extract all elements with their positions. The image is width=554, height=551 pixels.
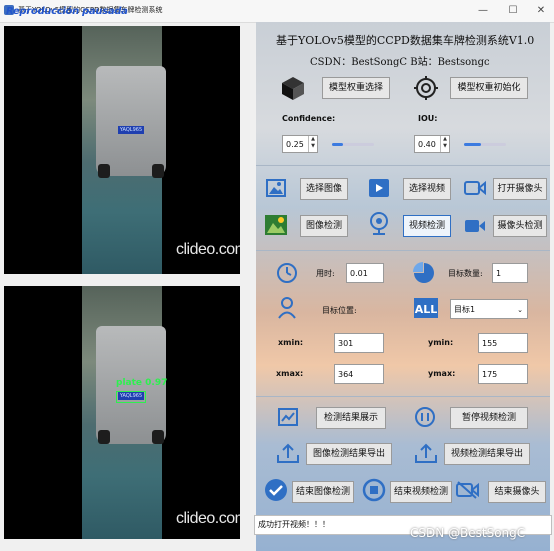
csdn-watermark: CSDN @BestSongC [410, 526, 526, 540]
maximize-button[interactable]: ☐ [500, 2, 526, 19]
chevron-down-icon: ⌄ [517, 306, 523, 314]
image-detect-button[interactable]: 图像检测 [300, 215, 348, 237]
xmax-label: xmax: [276, 369, 304, 378]
time-label: 用时: [316, 269, 335, 278]
divider [256, 165, 550, 166]
target-select-value: 目标1 [454, 305, 476, 314]
stop-circle-icon [362, 478, 386, 502]
confidence-slider-fill [332, 143, 343, 146]
target-select-dropdown[interactable]: 目标1 ⌄ [450, 299, 528, 319]
divider [256, 250, 550, 251]
iou-value: 0.40 [418, 140, 436, 149]
spin-arrows-icon[interactable]: ▲ ▼ [308, 136, 317, 152]
plate-detection-box [116, 391, 146, 403]
divider [256, 396, 550, 397]
camera-detect-icon [465, 220, 485, 232]
playback-overlay-text: Reproducción pausada [6, 6, 128, 17]
license-plate: YAQL965 [118, 126, 144, 134]
title-bar: 基于YOLOv5模型的CCPD数据集车牌检测系统 Reproducción pa… [0, 0, 554, 23]
time-value-field: 0.01 [346, 263, 384, 283]
init-weights-button[interactable]: 模型权重初始化 [450, 77, 528, 99]
webcam-icon [370, 212, 388, 235]
xmin-label: xmin: [278, 338, 304, 347]
show-results-button[interactable]: 检测结果展示 [316, 407, 386, 429]
pie-chart-icon [413, 262, 434, 283]
open-camera-button[interactable]: 打开摄像头 [493, 178, 547, 200]
target-position-label: 目标位置: [322, 306, 357, 315]
xmax-field: 364 [334, 364, 384, 384]
ymax-field: 175 [478, 364, 528, 384]
image-detect-icon [265, 215, 287, 235]
iou-label: IOU: [418, 114, 438, 123]
detection-video-view: YAQL965 plate 0.97 clideo.com [4, 286, 240, 539]
svg-text:ALL: ALL [415, 303, 438, 316]
upload-icon [277, 443, 299, 463]
target-count-label: 目标数量: [448, 269, 483, 278]
video-watermark: clideo.com [176, 510, 240, 527]
spin-arrows-icon[interactable]: ▲ ▼ [440, 136, 449, 152]
clock-icon [277, 263, 297, 283]
video-file-icon [369, 179, 389, 197]
iou-spinbox[interactable]: 0.40 ▲ ▼ [414, 135, 450, 153]
check-circle-icon [265, 479, 287, 501]
video-detect-button[interactable]: 视频检测 [403, 215, 451, 237]
end-image-detect-button[interactable]: 结束图像检测 [292, 481, 354, 503]
export-image-results-button[interactable]: 图像检测结果导出 [306, 443, 392, 465]
confidence-value: 0.25 [286, 140, 304, 149]
confidence-label: Confidence: [282, 114, 336, 123]
select-image-button[interactable]: 选择图像 [300, 178, 348, 200]
chart-line-icon [278, 408, 298, 426]
camera-off-icon [456, 481, 479, 499]
source-video-view: YAQL965 clideo.com [4, 26, 240, 274]
person-icon [278, 297, 296, 319]
close-button[interactable]: ✕ [528, 2, 554, 19]
export-video-results-button[interactable]: 视频检测结果导出 [444, 443, 530, 465]
video-watermark: clideo.com [176, 241, 240, 258]
select-video-button[interactable]: 选择视频 [403, 178, 451, 200]
upload-icon [415, 443, 437, 463]
xmin-field: 301 [334, 333, 384, 353]
author-subtitle: CSDN：BestSongC B站：Bestsongc [310, 57, 490, 68]
iou-slider-fill [464, 143, 481, 146]
app-title: 基于YOLOv5模型的CCPD数据集车牌检测系统V1.0 [276, 34, 535, 47]
end-video-detect-button[interactable]: 结束视频检测 [390, 481, 452, 503]
camera-icon [464, 180, 486, 196]
target-settings-icon [414, 76, 438, 100]
pause-icon [415, 407, 435, 427]
camera-detect-button[interactable]: 摄像头检测 [493, 215, 547, 237]
confidence-spinbox[interactable]: 0.25 ▲ ▼ [282, 135, 318, 153]
cube-icon [282, 77, 304, 100]
image-icon [266, 179, 286, 197]
control-panel [256, 22, 550, 551]
ymin-label: ymin: [428, 338, 454, 347]
detection-label: plate 0.97 [116, 378, 168, 388]
car-image: YAQL965 [96, 66, 166, 178]
target-count-field: 1 [492, 263, 528, 283]
ymax-label: ymax: [428, 369, 456, 378]
ymin-field: 155 [478, 333, 528, 353]
minimize-button[interactable]: — [470, 2, 496, 19]
pause-video-button[interactable]: 暂停视频检测 [450, 407, 528, 429]
select-weights-button[interactable]: 模型权重选择 [322, 77, 390, 99]
all-icon: ALL [414, 298, 438, 318]
end-camera-button[interactable]: 结束摄像头 [488, 481, 546, 503]
